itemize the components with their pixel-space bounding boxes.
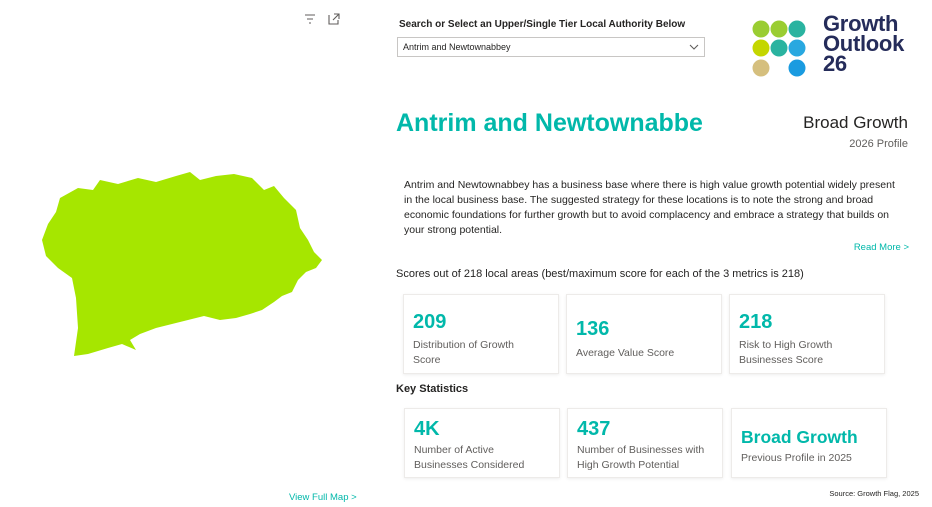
visual-toolbar [303, 12, 341, 26]
card-label: Risk to High Growth Businesses Score [739, 339, 833, 366]
card-label: Number of Active Businesses Considered [414, 444, 525, 471]
high-growth-businesses-card: 437 Number of Businesses with High Growt… [567, 408, 723, 478]
average-value-score-card: 136 Average Value Score [566, 294, 722, 374]
card-label: Distribution of Growth Score [413, 339, 514, 366]
logo-line-3: 26 [823, 51, 847, 76]
card-value: 4K [414, 418, 440, 440]
map-region-shape [42, 172, 322, 356]
filter-icon[interactable] [303, 12, 317, 26]
profile-description: Antrim and Newtownabbey has a business b… [404, 179, 895, 236]
read-more-link[interactable]: Read More > [854, 242, 909, 253]
card-value: 209 [413, 311, 447, 333]
dropdown-selected-value: Antrim and Newtownabbey [403, 42, 511, 52]
view-full-map-link[interactable]: View Full Map > [289, 492, 357, 503]
scores-heading: Scores out of 218 local areas (best/maxi… [396, 268, 804, 280]
card-value: 136 [576, 318, 610, 340]
growth-outlook-logo: Growth Outlook 26 [752, 13, 922, 83]
key-statistics-heading: Key Statistics [396, 383, 469, 395]
source-note: Source: Growth Flag, 2025 [829, 489, 919, 498]
local-authority-map[interactable] [38, 168, 328, 358]
card-value: 437 [577, 418, 611, 440]
logo-dots-icon [752, 20, 806, 77]
previous-profile-card: Broad Growth Previous Profile in 2025 [731, 408, 887, 478]
local-authority-dropdown[interactable]: Antrim and Newtownabbey [397, 37, 705, 57]
card-value: Broad Growth [741, 427, 858, 447]
profile-title: Broad Growth [803, 113, 908, 132]
card-value: 218 [739, 311, 773, 333]
card-label: Number of Businesses with High Growth Po… [577, 444, 705, 471]
local-authority-title: Antrim and Newtownabbe [396, 109, 703, 137]
card-label: Average Value Score [576, 347, 675, 359]
profile-subtitle: 2026 Profile [849, 138, 908, 150]
active-businesses-card: 4K Number of Active Businesses Considere… [404, 408, 560, 478]
distribution-of-growth-score-card: 209 Distribution of Growth Score [403, 294, 559, 374]
card-label: Previous Profile in 2025 [741, 452, 852, 464]
logo-wordmark: Growth Outlook 26 [823, 13, 904, 76]
chevron-down-icon[interactable] [688, 41, 700, 53]
risk-to-high-growth-score-card: 218 Risk to High Growth Businesses Score [729, 294, 885, 374]
slicer-label: Search or Select an Upper/Single Tier Lo… [399, 19, 686, 30]
focus-mode-icon[interactable] [327, 12, 341, 26]
